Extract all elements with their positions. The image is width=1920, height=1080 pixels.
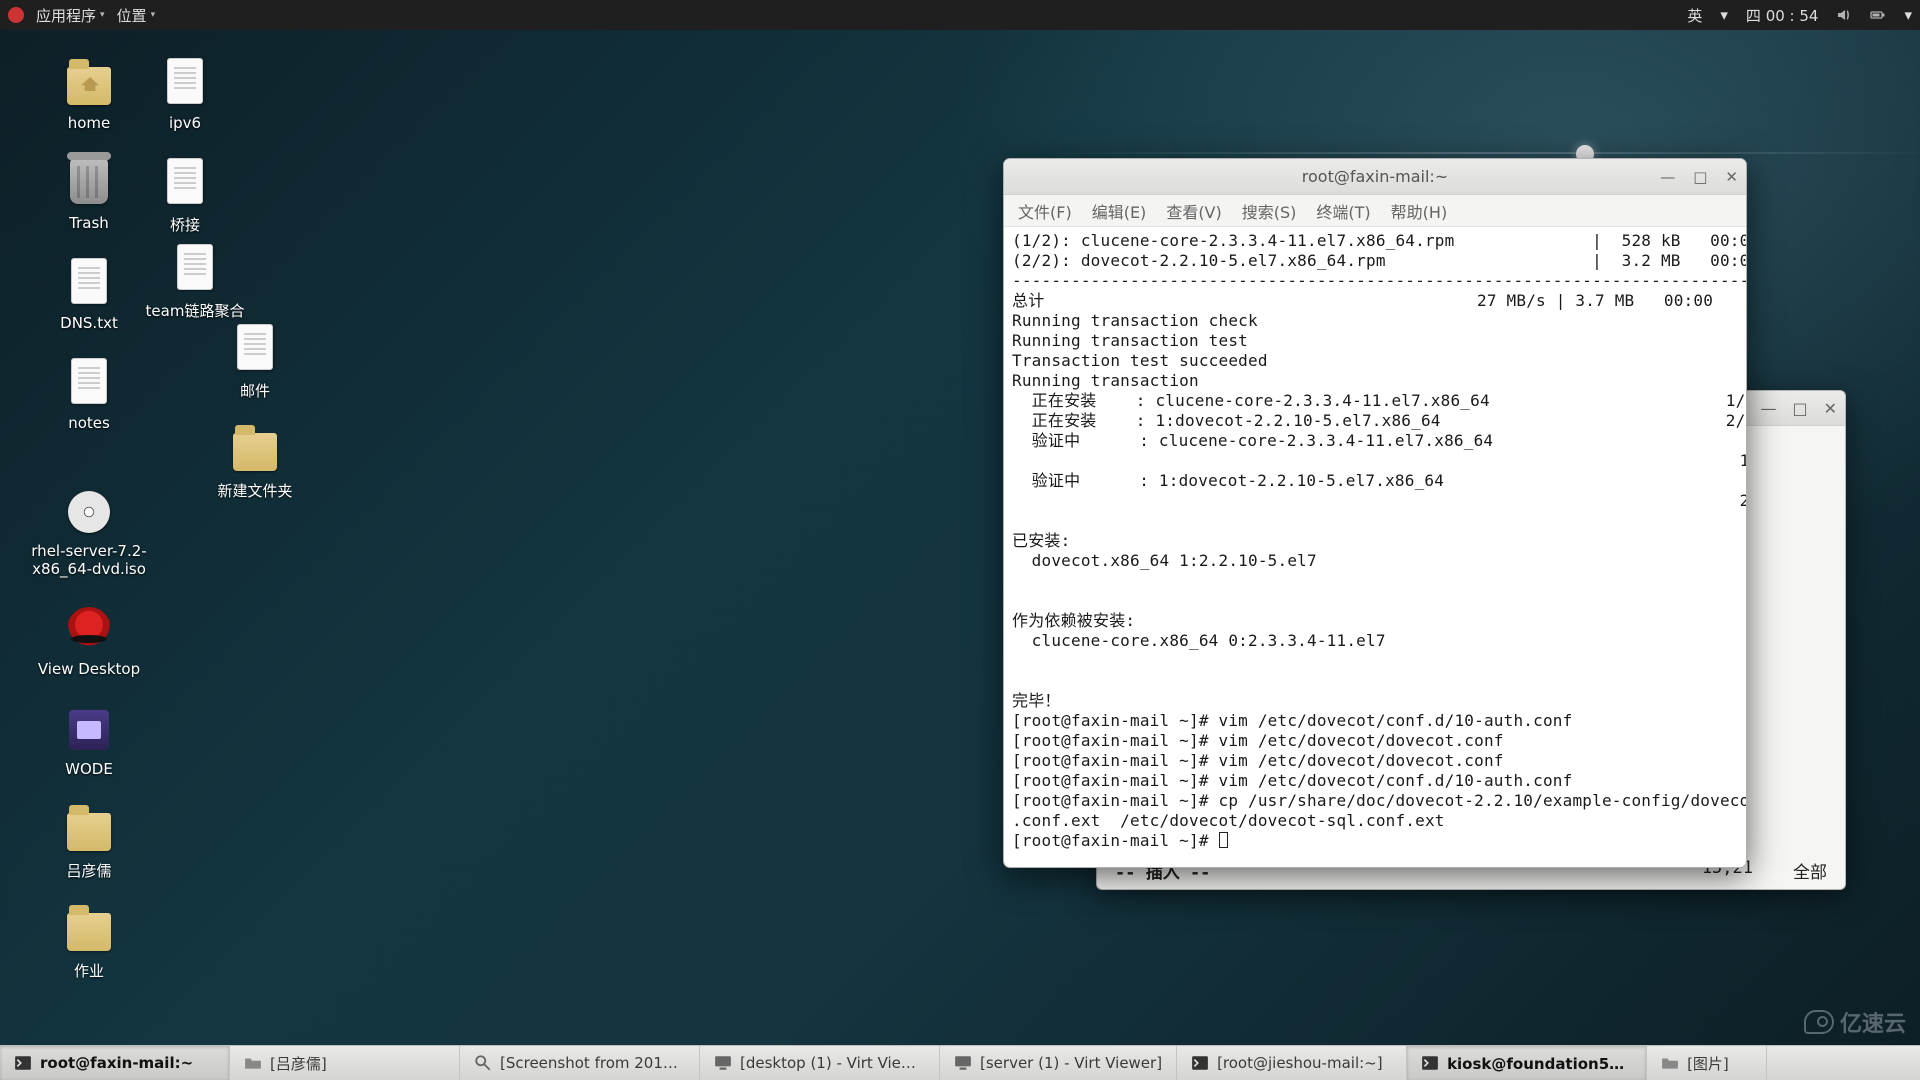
terminal-cursor bbox=[1219, 832, 1228, 848]
menu-applications[interactable]: 应用程序▾ bbox=[36, 5, 105, 26]
taskbar-item-virt2[interactable]: [server (1) - Virt Viewer] bbox=[940, 1046, 1177, 1080]
taskbar-item-terminal2[interactable]: [root@jieshou-mail:~] bbox=[1177, 1046, 1407, 1080]
desktop-icon-wode[interactable]: WODE bbox=[24, 700, 154, 778]
chevron-down-icon: ▾ bbox=[1720, 6, 1728, 24]
terminal-window[interactable]: root@faxin-mail:~ — □ ✕ 文件(F) 编辑(E) 查看(V… bbox=[1003, 158, 1747, 868]
distro-logo-icon bbox=[8, 7, 24, 23]
input-method-indicator[interactable]: 英 bbox=[1687, 5, 1702, 26]
chevron-down-icon: ▾ bbox=[1904, 6, 1912, 24]
menu-places[interactable]: 位置▾ bbox=[117, 5, 156, 26]
folder-icon bbox=[244, 1054, 262, 1072]
terminal-menubar: 文件(F) 编辑(E) 查看(V) 搜索(S) 终端(T) 帮助(H) bbox=[1004, 195, 1746, 227]
menu-terminal[interactable]: 终端(T) bbox=[1316, 199, 1370, 223]
watermark: 亿速云 bbox=[1804, 1006, 1906, 1038]
volume-icon[interactable] bbox=[1836, 7, 1852, 23]
taskbar-item-pictures[interactable]: [图片] bbox=[1647, 1046, 1767, 1080]
minimize-button[interactable]: — bbox=[1660, 168, 1675, 186]
window-titlebar[interactable]: root@faxin-mail:~ — □ ✕ bbox=[1004, 159, 1746, 195]
desktop-icon-homework[interactable]: 作业 bbox=[24, 900, 154, 981]
bottom-taskbar: root@faxin-mail:~ [吕彦儒] [Screenshot from… bbox=[0, 1045, 1920, 1080]
taskbar-item-virt1[interactable]: [desktop (1) - Virt Viewer] bbox=[700, 1046, 940, 1080]
window-title: root@faxin-mail:~ bbox=[1302, 167, 1448, 186]
desktop-icon-lvyanru[interactable]: 吕彦儒 bbox=[24, 800, 154, 881]
taskbar-item-terminal-active[interactable]: root@faxin-mail:~ bbox=[0, 1046, 230, 1080]
minimize-button[interactable]: — bbox=[1760, 399, 1776, 418]
taskbar-item-folder1[interactable]: [吕彦儒] bbox=[230, 1046, 460, 1080]
menu-edit[interactable]: 编辑(E) bbox=[1092, 199, 1147, 223]
vim-percent: 全部 bbox=[1793, 858, 1827, 883]
menu-file[interactable]: 文件(F) bbox=[1018, 199, 1072, 223]
desktop-icon-mail[interactable]: 邮件 bbox=[190, 320, 320, 401]
terminal-icon bbox=[1191, 1054, 1209, 1072]
taskbar-item-kiosk[interactable]: kiosk@foundation50:~/桌面 bbox=[1407, 1046, 1647, 1080]
monitor-icon bbox=[954, 1054, 972, 1072]
desktop-icon-iso[interactable]: rhel-server-7.2-x86_64-dvd.iso bbox=[14, 482, 164, 578]
taskbar-item-screenshot[interactable]: [Screenshot from 2017-05… bbox=[460, 1046, 700, 1080]
watermark-logo-icon bbox=[1804, 1010, 1834, 1034]
clock[interactable]: 四 00 : 54 bbox=[1746, 5, 1819, 26]
desktop-icon-newfolder[interactable]: 新建文件夹 bbox=[190, 420, 320, 501]
terminal-icon bbox=[14, 1054, 32, 1072]
close-button[interactable]: ✕ bbox=[1824, 399, 1837, 418]
top-panel: 应用程序▾ 位置▾ 英 ▾ 四 00 : 54 ▾ bbox=[0, 0, 1920, 30]
maximize-button[interactable]: □ bbox=[1693, 168, 1707, 186]
desktop-icon-team[interactable]: team链路聚合 bbox=[120, 240, 270, 321]
menu-help[interactable]: 帮助(H) bbox=[1391, 199, 1448, 223]
terminal-icon bbox=[1421, 1054, 1439, 1072]
menu-search[interactable]: 搜索(S) bbox=[1242, 199, 1297, 223]
monitor-icon bbox=[714, 1054, 732, 1072]
maximize-button[interactable]: □ bbox=[1792, 399, 1807, 418]
desktop-icon-bridge[interactable]: 桥接 bbox=[120, 154, 250, 235]
battery-icon[interactable] bbox=[1870, 7, 1886, 23]
image-viewer-icon bbox=[474, 1054, 492, 1072]
desktop-icon-ipv6[interactable]: ipv6 bbox=[120, 54, 250, 132]
terminal-body[interactable]: (1/2): clucene-core-2.3.3.4-11.el7.x86_6… bbox=[1004, 227, 1746, 867]
menu-view[interactable]: 查看(V) bbox=[1166, 199, 1221, 223]
close-button[interactable]: ✕ bbox=[1725, 168, 1738, 186]
folder-icon bbox=[1661, 1054, 1679, 1072]
desktop-icon-viewdesktop[interactable]: View Desktop bbox=[24, 600, 154, 678]
desktop-icon-notes[interactable]: notes bbox=[24, 354, 154, 432]
